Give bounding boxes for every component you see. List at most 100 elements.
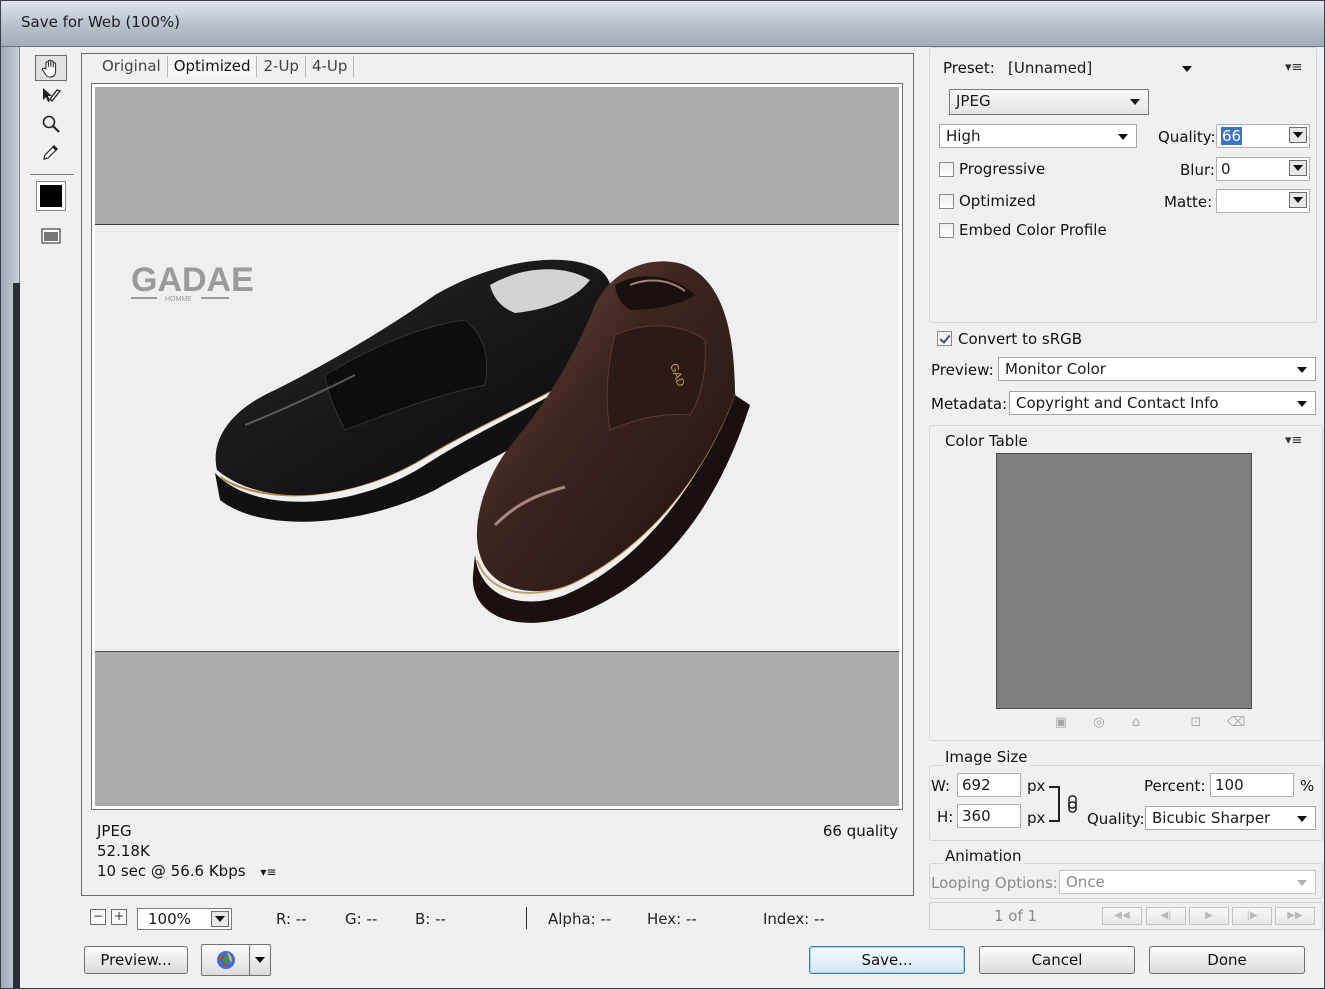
compression-quality-select[interactable]: High [939,124,1137,148]
zoom-tool[interactable] [35,111,67,137]
metadata-select[interactable]: Copyright and Contact Info [1009,391,1316,415]
animation-title: Animation [943,847,1024,865]
quality-value: 66 [1221,127,1243,145]
readout-index: Index: -- [763,910,825,928]
next-frame-button[interactable]: |▶ [1232,907,1272,925]
optimized-checkbox[interactable] [939,194,954,209]
hand-icon [41,59,57,78]
done-button[interactable]: Done [1149,946,1305,974]
slice-select-icon [43,88,62,102]
optimize-menu-icon[interactable]: ▾≡ [1285,60,1302,75]
embed-color-profile-label: Embed Color Profile [959,221,1107,239]
preview-button[interactable]: Preview... [84,946,188,974]
color-table-title: Color Table [943,432,1030,450]
chevron-down-icon[interactable] [1289,160,1307,176]
tab-2-up[interactable]: 2-Up [257,56,306,77]
metadata-value: Copyright and Contact Info [1016,394,1219,412]
zoom-level-value: 100% [148,910,191,928]
eyedropper-tool[interactable] [35,139,67,165]
constrain-proportions-link-icon[interactable] [1045,785,1085,825]
previous-frame-button[interactable]: ◀| [1146,907,1186,925]
slice-select-tool[interactable] [35,83,67,109]
optimized-label: Optimized [959,192,1036,210]
preview-color-value: Monitor Color [1005,360,1106,378]
resample-quality-value: Bicubic Sharper [1152,809,1271,827]
progressive-checkbox[interactable] [939,162,954,177]
tab-4-up[interactable]: 4-Up [306,56,355,77]
window-frame-left [1,47,20,988]
chevron-down-icon [1182,66,1192,72]
map-color-icon[interactable]: ▣ [1053,715,1069,731]
image-preview-frame: GADAE HOMME GAD [91,83,903,810]
toolbox [28,53,76,263]
window-title: Save for Web (100%) [21,13,181,31]
eyedropper-color-swatch[interactable] [36,181,66,211]
slices-visibility-icon [41,228,61,244]
file-format-value: JPEG [956,92,991,110]
file-format-select[interactable]: JPEG [949,89,1149,115]
height-input[interactable]: 360 [957,804,1021,828]
blur-input[interactable]: 0 [1216,157,1310,181]
looping-options-select[interactable]: Once [1059,870,1316,894]
magnifier-icon [42,115,60,133]
matte-select[interactable] [1216,189,1310,213]
embed-color-profile-checkbox[interactable] [939,223,954,238]
zoom-level-select[interactable]: 100% [137,908,232,930]
hand-tool[interactable] [35,55,67,81]
cancel-button[interactable]: Cancel [979,946,1135,974]
delete-color-icon[interactable]: ⌫ [1227,715,1245,731]
brand-logo: GADAE [131,261,254,299]
browser-select-button[interactable] [249,944,271,976]
zoom-out-button[interactable]: − [90,909,106,925]
web-shift-icon[interactable]: ◎ [1091,715,1107,731]
height-value: 360 [962,807,991,825]
download-speed-menu-icon[interactable]: ▾≡ [260,865,276,879]
convert-srgb-label: Convert to sRGB [958,330,1083,348]
chevron-down-icon [1118,134,1128,140]
info-download-time: 10 sec @ 56.6 Kbps [97,862,246,880]
resample-quality-label: Quality: [1087,810,1145,828]
brand-logo-sub: HOMME [165,296,192,303]
info-file-size: 52.18K [97,842,150,860]
compression-quality-value: High [946,127,981,145]
image-preview[interactable]: GADAE HOMME GAD [95,87,899,806]
browser-preview-button[interactable] [201,944,251,976]
width-value: 692 [962,776,991,794]
preset-select[interactable]: [Unnamed] [1001,56,1201,80]
width-input[interactable]: 692 [957,773,1021,797]
color-table-menu-icon[interactable]: ▾≡ [1285,433,1302,448]
preview-color-select[interactable]: Monitor Color [998,357,1316,381]
chevron-down-icon[interactable] [1289,192,1307,208]
save-for-web-dialog: Save for Web (100%) Original Optimized 2… [0,0,1325,989]
zoom-in-button[interactable]: + [111,909,127,925]
quality-input[interactable]: 66 [1216,124,1310,148]
lock-color-icon[interactable]: ⌂ [1128,715,1144,731]
color-table[interactable] [996,453,1252,709]
readout-alpha: Alpha: -- [548,910,612,928]
toggle-slices-visibility[interactable] [35,223,67,249]
blur-label: Blur: [1180,161,1215,179]
percent-input[interactable]: 100 [1210,773,1294,797]
play-button[interactable]: ▶ [1189,907,1229,925]
convert-srgb-checkbox[interactable] [937,331,952,346]
info-quality: 66 quality [822,822,898,840]
last-frame-button[interactable]: ▶▶ [1275,907,1315,925]
width-label: W: [931,777,951,795]
readout-g: G: -- [345,910,378,928]
add-color-icon[interactable]: ⊡ [1188,715,1204,731]
metadata-label: Metadata: [931,395,1008,413]
chevron-down-icon[interactable] [1289,127,1307,143]
percent-unit: % [1300,777,1315,795]
first-frame-button[interactable]: ◀◀ [1102,907,1142,925]
tab-optimized[interactable]: Optimized [167,56,258,77]
status-bar: − + 100% R: -- G: -- B: -- Alpha: -- Hex… [81,903,914,933]
view-tabs: Original Optimized 2-Up 4-Up [96,56,355,78]
looping-options-label: Looping Options: [931,874,1058,892]
image-size-title: Image Size [943,748,1030,766]
height-unit: px [1027,809,1046,827]
save-button[interactable]: Save... [809,946,965,974]
resample-quality-select[interactable]: Bicubic Sharper [1145,806,1316,830]
height-label: H: [937,808,954,826]
tab-original[interactable]: Original [96,56,168,77]
preset-value: [Unnamed] [1008,59,1093,77]
